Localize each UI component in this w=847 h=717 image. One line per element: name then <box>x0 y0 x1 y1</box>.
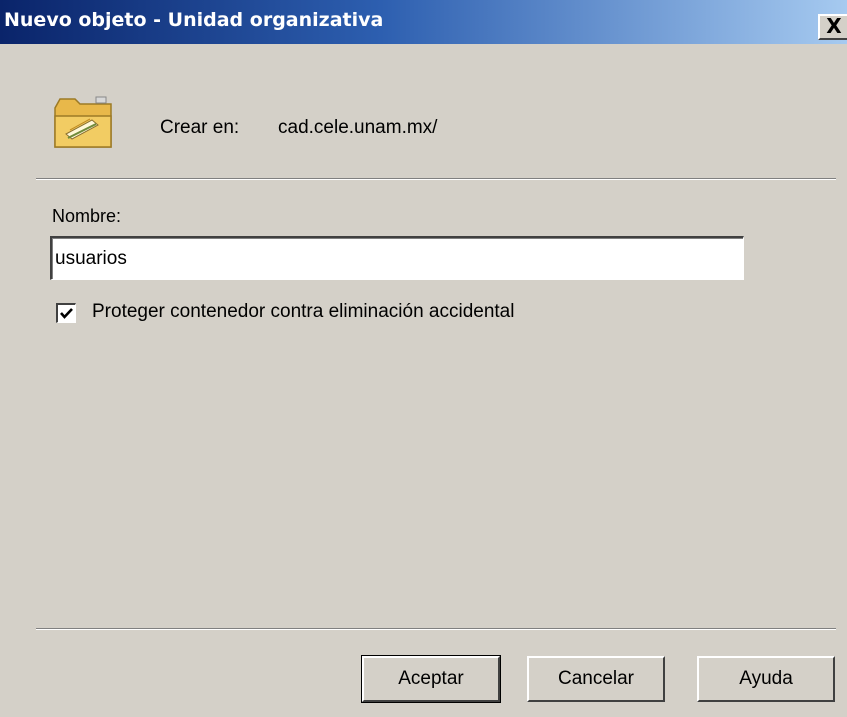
protect-checkbox-label[interactable]: Proteger contenedor contra eliminación a… <box>92 301 514 323</box>
dialog-title: Nuevo objeto - Unidad organizativa <box>4 9 384 31</box>
name-label: Nombre: <box>52 206 122 226</box>
create-in-label: Crear en: <box>160 117 240 138</box>
separator-top <box>36 178 836 180</box>
separator-bottom <box>36 628 836 630</box>
name-field[interactable] <box>50 236 744 280</box>
checkmark-icon <box>60 308 73 319</box>
new-ou-dialog: Nuevo objeto - Unidad organizativa X Cre… <box>0 0 847 717</box>
cancel-button[interactable]: Cancelar <box>527 656 665 702</box>
folder-icon <box>54 96 112 148</box>
ok-button[interactable]: Aceptar <box>361 655 501 703</box>
close-button[interactable]: X <box>818 14 847 40</box>
title-bar[interactable]: Nuevo objeto - Unidad organizativa X <box>0 0 847 44</box>
create-in-path: cad.cele.unam.mx/ <box>278 117 438 138</box>
help-button[interactable]: Ayuda <box>697 656 835 702</box>
protect-checkbox[interactable] <box>56 303 76 323</box>
close-icon: X <box>826 14 842 38</box>
